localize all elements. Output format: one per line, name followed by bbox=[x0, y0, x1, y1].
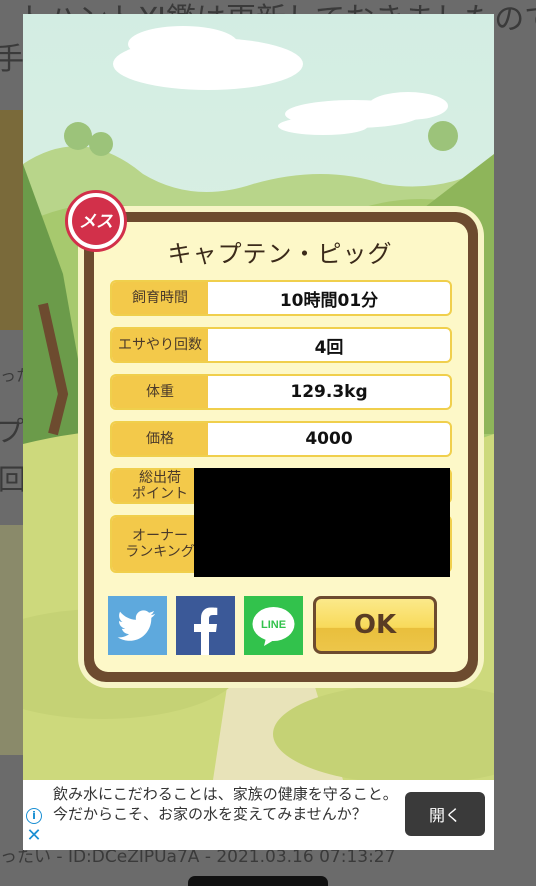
stat-label: エサやり回数 bbox=[112, 329, 208, 361]
twitter-share-button[interactable] bbox=[108, 596, 167, 655]
background-image bbox=[0, 525, 24, 755]
female-symbol-icon: メス bbox=[72, 197, 120, 245]
pig-name-title: キャプテン・ピッグ bbox=[167, 240, 393, 268]
stat-row-price: 価格 4000 bbox=[110, 421, 452, 457]
ad-banner[interactable]: i ✕ 飲み水にこだわることは、家族の健康を守ること。今だからこそ、お家の水を変… bbox=[23, 780, 494, 850]
stat-row-feed-count: エサやり回数 4回 bbox=[110, 327, 452, 363]
stat-row-raising-time: 飼育時間 10時間01分 bbox=[110, 280, 452, 316]
stat-label: 飼育時間 bbox=[112, 282, 208, 314]
ad-info-icon[interactable]: i bbox=[26, 808, 42, 824]
stat-value: 4回 bbox=[314, 337, 344, 358]
gender-label: メス bbox=[79, 212, 113, 232]
facebook-icon bbox=[194, 607, 218, 655]
redaction-box bbox=[194, 468, 450, 577]
background-image bbox=[0, 110, 24, 330]
pig-info-dialog: キャプテン・ピッグ 飼育時間 10時間01分 エサやり回数 4回 体重 129.… bbox=[84, 212, 478, 682]
screen: トハントⅪ鑑は更新しておきましたので、 手読 った プテ 回 ったい - ID:… bbox=[0, 0, 536, 886]
stat-value: 129.3kg bbox=[290, 382, 368, 402]
stat-value: 10時間01分 bbox=[279, 290, 379, 311]
stat-label: 体重 bbox=[112, 376, 208, 408]
twitter-icon bbox=[117, 610, 156, 641]
stat-value: 4000 bbox=[305, 429, 353, 449]
ad-close-icon[interactable]: ✕ bbox=[26, 827, 42, 845]
ad-open-button[interactable]: 開く bbox=[405, 792, 485, 836]
game-frame: キャプテン・ピッグ 飼育時間 10時間01分 エサやり回数 4回 体重 129.… bbox=[23, 14, 494, 780]
line-label: LINE bbox=[261, 619, 286, 631]
facebook-share-button[interactable] bbox=[176, 596, 235, 655]
ok-button[interactable]: OK bbox=[313, 596, 437, 654]
stat-label: 価格 bbox=[112, 423, 208, 455]
home-indicator bbox=[188, 876, 328, 886]
line-share-button[interactable]: LINE bbox=[244, 596, 303, 655]
dialog-body: キャプテン・ピッグ 飼育時間 10時間01分 エサやり回数 4回 体重 129.… bbox=[94, 222, 468, 672]
stat-row-weight: 体重 129.3kg bbox=[110, 374, 452, 410]
female-badge: メス bbox=[65, 190, 127, 252]
ad-text: 飲み水にこだわることは、家族の健康を守ること。今だからこそ、お家の水を変えてみま… bbox=[53, 785, 398, 823]
line-icon: LINE bbox=[252, 607, 295, 646]
